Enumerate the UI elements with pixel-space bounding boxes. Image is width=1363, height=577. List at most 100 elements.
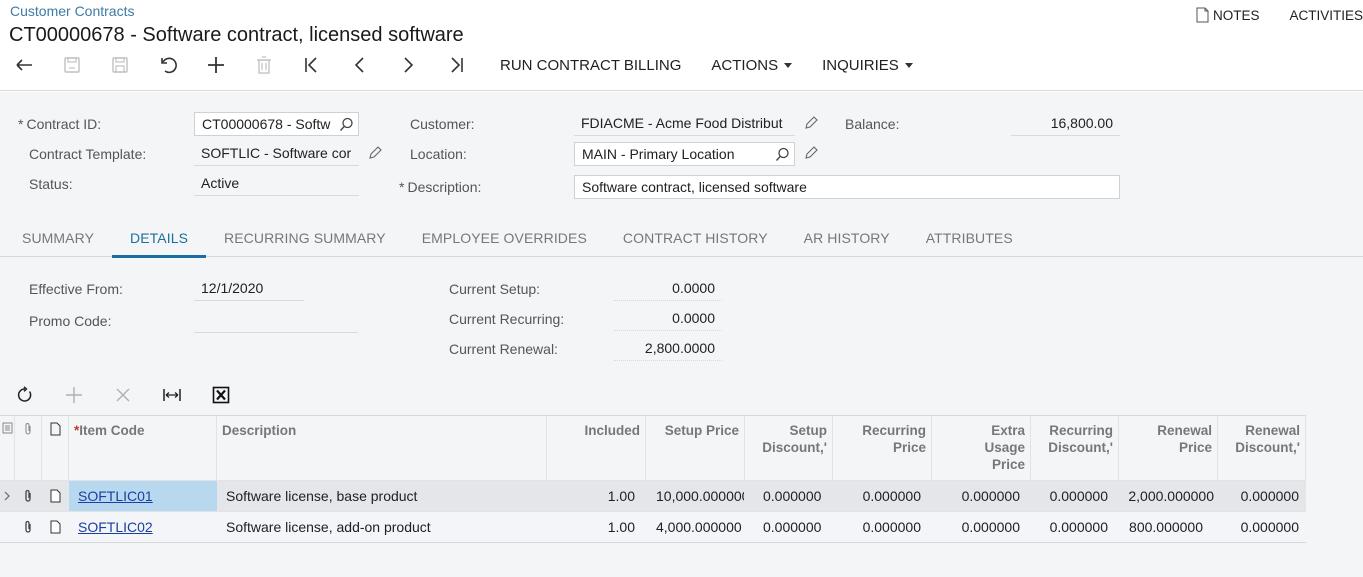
search-icon[interactable]	[339, 117, 354, 132]
delete-button[interactable]	[240, 50, 288, 80]
customer-field[interactable]: FDIACME - Acme Food Distribut	[574, 112, 795, 136]
description-cell[interactable]: Software license, add-on product	[217, 512, 547, 542]
run-contract-billing-button[interactable]: RUN CONTRACT BILLING	[500, 57, 681, 74]
tab-summary[interactable]: SUMMARY	[0, 226, 112, 257]
row-attachment-button[interactable]	[15, 481, 42, 511]
tab-ar-history[interactable]: AR HISTORY	[786, 226, 908, 257]
delete-icon	[257, 56, 271, 74]
first-record-button[interactable]	[288, 50, 336, 80]
extra-usage-price-cell[interactable]: 0.000000	[932, 481, 1031, 511]
status-field[interactable]: Active	[194, 172, 359, 196]
edit-customer-icon[interactable]	[803, 115, 819, 131]
contract-id-label: * Contract ID:	[18, 116, 102, 132]
setup-price-cell[interactable]: 4,000.000000	[646, 512, 745, 542]
current-recurring-label: Current Recurring:	[449, 311, 565, 327]
column-header-renewal-price[interactable]: Renewal Price	[1119, 416, 1218, 480]
recurring-price-cell[interactable]: 0.000000	[833, 481, 932, 511]
next-icon	[404, 57, 414, 73]
save-close-button[interactable]	[48, 50, 96, 80]
extra-usage-price-cell[interactable]: 0.000000	[932, 512, 1031, 542]
row-selected-indicator	[0, 481, 15, 511]
column-header-renewal-discount[interactable]: Renewal Discount,'	[1218, 416, 1306, 480]
delete-row-button[interactable]	[98, 380, 147, 410]
column-header-recurring-price[interactable]: Recurring Price	[833, 416, 932, 480]
row-notes-button[interactable]	[42, 481, 69, 511]
next-record-button[interactable]	[384, 50, 432, 80]
promo-code-field[interactable]	[194, 309, 358, 333]
add-button[interactable]	[192, 50, 240, 80]
column-header-extra-usage-price[interactable]: Extra Usage Price	[932, 416, 1031, 480]
row-notes-button[interactable]	[42, 512, 69, 542]
column-header-setup-discount[interactable]: Setup Discount,'	[745, 416, 833, 480]
current-renewal-field: 2,800.0000	[614, 337, 722, 361]
notes-button[interactable]: NOTES	[1196, 7, 1259, 23]
export-excel-button[interactable]	[196, 380, 245, 410]
edit-template-icon[interactable]	[367, 145, 383, 161]
table-row[interactable]: SOFTLIC01 Software license, base product…	[0, 480, 1306, 511]
included-cell[interactable]: 1.00	[547, 481, 646, 511]
column-header-description[interactable]: Description	[217, 416, 547, 480]
activities-button[interactable]: ACTIVITIES	[1289, 7, 1363, 23]
setup-discount-cell[interactable]: 0.000000	[745, 481, 833, 511]
column-header-item-code[interactable]: *Item Code	[69, 416, 217, 480]
setup-price-cell[interactable]: 10,000.000000	[646, 481, 745, 511]
renewal-price-cell[interactable]: 800.000000	[1119, 512, 1218, 542]
tab-recurring-summary[interactable]: RECURRING SUMMARY	[206, 226, 404, 257]
renewal-price-cell[interactable]: 2,000.000000	[1119, 481, 1218, 511]
save-button[interactable]	[96, 50, 144, 80]
paperclip-icon	[25, 489, 31, 502]
back-button[interactable]	[0, 50, 48, 80]
column-header-included[interactable]: Included	[547, 416, 646, 480]
previous-record-button[interactable]	[336, 50, 384, 80]
tab-bar: SUMMARY DETAILS RECURRING SUMMARY EMPLOY…	[0, 226, 1363, 258]
column-header-recurring-discount[interactable]: Recurring Discount,'	[1031, 416, 1119, 480]
recurring-discount-cell[interactable]: 0.000000	[1031, 481, 1119, 511]
description-input[interactable]: Software contract, licensed software	[574, 175, 1120, 199]
back-icon	[16, 59, 32, 71]
add-row-button[interactable]	[49, 380, 98, 410]
current-setup-label: Current Setup:	[449, 281, 541, 297]
recurring-discount-cell[interactable]: 0.000000	[1031, 512, 1119, 542]
contract-template-field[interactable]: SOFTLIC - Software cor	[194, 142, 359, 166]
note-icon	[50, 489, 60, 503]
tab-employee-overrides[interactable]: EMPLOYEE OVERRIDES	[404, 226, 605, 257]
search-icon[interactable]	[775, 147, 790, 162]
attachment-header[interactable]	[15, 416, 42, 480]
actions-menu-button[interactable]: ACTIONS	[711, 57, 793, 74]
item-code-cell[interactable]: SOFTLIC01	[69, 481, 217, 511]
included-cell[interactable]: 1.00	[547, 512, 646, 542]
effective-from-field[interactable]: 12/1/2020	[194, 277, 304, 301]
location-input[interactable]: MAIN - Primary Location	[574, 142, 795, 166]
files-icon	[2, 422, 12, 434]
fit-columns-button[interactable]	[147, 380, 196, 410]
row-attachment-button[interactable]	[15, 512, 42, 542]
close-icon	[116, 388, 129, 402]
column-header-setup-price[interactable]: Setup Price	[646, 416, 745, 480]
last-record-button[interactable]	[432, 50, 480, 80]
cancel-button[interactable]	[144, 50, 192, 80]
description-cell[interactable]: Software license, base product	[217, 481, 547, 511]
contract-id-input[interactable]: CT00000678 - Softw	[194, 112, 359, 136]
item-code-cell[interactable]: SOFTLIC02	[69, 512, 217, 542]
renewal-discount-cell[interactable]: 0.000000	[1218, 481, 1306, 511]
table-row[interactable]: SOFTLIC02 Software license, add-on produ…	[0, 511, 1306, 543]
renewal-discount-cell[interactable]: 0.000000	[1218, 512, 1306, 542]
recurring-price-cell[interactable]: 0.000000	[833, 512, 932, 542]
refresh-button[interactable]	[0, 380, 49, 410]
tab-contract-history[interactable]: CONTRACT HISTORY	[605, 226, 786, 257]
row-selector[interactable]	[0, 512, 15, 542]
refresh-icon	[17, 386, 31, 402]
setup-discount-cell[interactable]: 0.000000	[745, 512, 833, 542]
current-setup-field: 0.0000	[614, 277, 722, 301]
item-code-link[interactable]: SOFTLIC01	[78, 488, 153, 504]
inquiries-menu-button[interactable]: INQUIRIES	[822, 57, 913, 74]
promo-code-label: Promo Code:	[29, 313, 112, 329]
run-contract-billing-label: RUN CONTRACT BILLING	[500, 56, 682, 74]
breadcrumb[interactable]: Customer Contracts	[10, 3, 134, 19]
edit-location-icon[interactable]	[803, 145, 819, 161]
item-code-link[interactable]: SOFTLIC02	[78, 519, 153, 535]
notes-header[interactable]	[42, 416, 69, 480]
note-icon	[50, 520, 60, 534]
tab-attributes[interactable]: ATTRIBUTES	[908, 226, 1031, 257]
tab-details[interactable]: DETAILS	[112, 226, 207, 258]
